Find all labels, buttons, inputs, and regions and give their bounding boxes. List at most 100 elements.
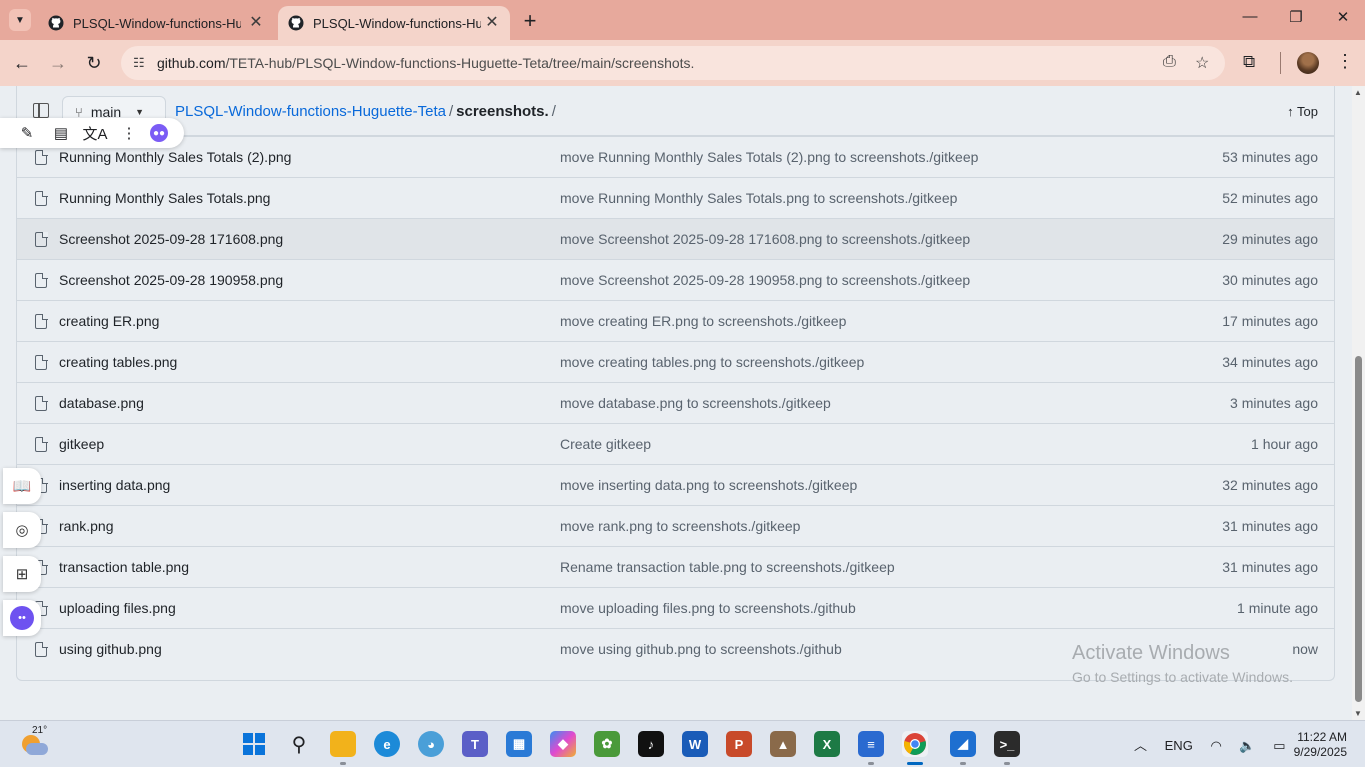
commit-message-link[interactable]: move Screenshot 2025-09-28 190958.png to… [560, 272, 970, 288]
terminal-icon[interactable]: >_ [994, 731, 1020, 757]
file-name-link[interactable]: inserting data.png [59, 477, 170, 493]
back-to-top-button[interactable]: ↑ Top [1287, 104, 1318, 119]
tab-search-button[interactable]: ▼ [9, 9, 31, 31]
table-row[interactable]: Screenshot 2025-09-28 171608.png move Scr… [17, 218, 1334, 259]
photo-app-icon[interactable]: ▲ [770, 731, 796, 757]
reload-button[interactable]: ↻ [82, 51, 106, 75]
file-icon [35, 272, 48, 288]
microsoft-store-icon[interactable]: ▦ [506, 731, 532, 757]
table-row[interactable]: inserting data.png move inserting data.pn… [17, 464, 1334, 505]
copilot-icon[interactable]: ◆ [550, 731, 576, 757]
commit-message-link[interactable]: move creating tables.png to screenshots.… [560, 354, 864, 370]
scrollbar-thumb[interactable] [1355, 356, 1362, 702]
address-bar[interactable]: ☷ github.com/TETA-hub/PLSQL-Window-funct… [121, 46, 1225, 80]
bookmark-star-icon[interactable]: ☆ [1195, 53, 1209, 73]
commit-message-link[interactable]: Rename transaction table.png to screensh… [560, 559, 895, 575]
scroll-up-arrow-icon[interactable]: ▲ [1354, 88, 1362, 97]
volume-icon[interactable]: 🔈 [1239, 738, 1255, 753]
profile-avatar[interactable] [1297, 52, 1319, 74]
game-icon[interactable]: ✿ [594, 731, 620, 757]
forward-button[interactable]: → [46, 51, 70, 75]
file-name-link[interactable]: rank.png [59, 518, 113, 534]
windows-start-icon[interactable] [241, 731, 267, 757]
close-icon[interactable]: ✕ [484, 15, 500, 31]
table-row[interactable]: rank.png move rank.png to screenshots./gi… [17, 505, 1334, 546]
paint-icon[interactable]: ◢ [950, 731, 976, 757]
browser-menu-icon[interactable]: ⋮ [1336, 51, 1354, 72]
table-row[interactable]: Screenshot 2025-09-28 190958.png move Scr… [17, 259, 1334, 300]
search-icon[interactable]: ⚲ [286, 731, 312, 757]
colorful-app-icon[interactable]: ◕ [418, 731, 444, 757]
language-indicator[interactable]: ENG [1165, 738, 1193, 753]
site-info-icon[interactable]: ☷ [133, 55, 145, 71]
chrome-icon[interactable] [902, 731, 928, 757]
commit-message-link[interactable]: move Running Monthly Sales Totals.png to… [560, 190, 957, 206]
commit-message-link[interactable]: move using github.png to screenshots./gi… [560, 641, 842, 657]
file-name-link[interactable]: Screenshot 2025-09-28 190958.png [59, 272, 283, 288]
file-explorer-icon[interactable] [330, 731, 356, 757]
excel-icon[interactable]: X [814, 731, 840, 757]
wifi-icon[interactable]: ◠ [1210, 738, 1221, 753]
summary-doc-icon[interactable]: ▤ [44, 124, 78, 142]
new-tab-button[interactable]: + [519, 8, 541, 34]
table-row[interactable]: creating ER.png move creating ER.png to s… [17, 300, 1334, 341]
chevron-up-icon[interactable]: ︿ [1134, 738, 1147, 753]
table-row[interactable]: gitkeep Create gitkeep 1 hour ago [17, 423, 1334, 464]
breadcrumb-repo-link[interactable]: PLSQL-Window-functions-Huguette-Teta [175, 103, 446, 120]
file-name-link[interactable]: Screenshot 2025-09-28 171608.png [59, 231, 283, 247]
table-row[interactable]: Running Monthly Sales Totals.png move Run… [17, 177, 1334, 218]
ai-assistant-icon[interactable]: ●● [150, 124, 168, 142]
commit-message-link[interactable]: move rank.png to screenshots./gitkeep [560, 518, 800, 534]
word-icon[interactable]: W [682, 731, 708, 757]
podcast-icon[interactable]: ◎ [3, 512, 41, 548]
back-button[interactable]: ← [10, 51, 34, 75]
extensions-puzzle-icon[interactable]: ⧉ [1243, 52, 1255, 72]
file-name-link[interactable]: Running Monthly Sales Totals (2).png [59, 149, 291, 165]
file-name-link[interactable]: Running Monthly Sales Totals.png [59, 190, 270, 206]
browser-tab-2[interactable]: PLSQL-Window-functions-Huguette-Teta ✕ [278, 6, 510, 40]
table-row[interactable]: creating tables.png move creating tables.… [17, 341, 1334, 382]
install-app-icon[interactable]: ⎙ [1163, 53, 1176, 71]
table-row[interactable]: Running Monthly Sales Totals (2).png move… [17, 136, 1334, 177]
file-name-link[interactable]: creating ER.png [59, 313, 159, 329]
table-row[interactable]: database.png move database.png to screens… [17, 382, 1334, 423]
clock[interactable]: 11:22 AM 9/29/2025 [1294, 730, 1347, 760]
tiktok-icon[interactable]: ♪ [638, 731, 664, 757]
more-options-icon[interactable]: ⋮ [112, 124, 146, 142]
powerpoint-icon[interactable]: P [726, 731, 752, 757]
commit-message-link[interactable]: move database.png to screenshots./gitkee… [560, 395, 831, 411]
apps-grid-icon[interactable]: ⊞ [3, 556, 41, 592]
page-scrollbar[interactable]: ▲ ▼ [1352, 86, 1365, 720]
weather-widget[interactable]: 21° [20, 725, 48, 757]
commit-message-link[interactable]: move Running Monthly Sales Totals (2).pn… [560, 149, 978, 165]
translate-icon[interactable]: 文A [78, 123, 112, 144]
file-name-link[interactable]: using github.png [59, 641, 162, 657]
file-name-link[interactable]: database.png [59, 395, 144, 411]
reader-book-icon[interactable]: 📖 [3, 468, 41, 504]
highlighter-pen-icon[interactable]: ✎ [10, 124, 44, 142]
commit-message-link[interactable]: move uploading files.png to screenshots.… [560, 600, 856, 616]
teams-icon[interactable]: T [462, 731, 488, 757]
minimize-icon[interactable]: — [1240, 8, 1260, 25]
commit-message-link[interactable]: Create gitkeep [560, 436, 651, 452]
restore-icon[interactable]: ❐ [1286, 8, 1306, 26]
commit-message-link[interactable]: move creating ER.png to screenshots./git… [560, 313, 846, 329]
scroll-down-arrow-icon[interactable]: ▼ [1354, 709, 1362, 718]
notepad-icon[interactable]: ≡ [858, 731, 884, 757]
ai-assistant-side-button[interactable]: •• [3, 600, 41, 636]
sidebar-toggle-icon[interactable] [33, 103, 49, 118]
battery-icon[interactable]: ▭ [1273, 738, 1285, 753]
file-name-link[interactable]: creating tables.png [59, 354, 177, 370]
browser-tab-1[interactable]: PLSQL-Window-functions-Huguette-Teta ✕ [38, 6, 274, 40]
commit-message-link[interactable]: move Screenshot 2025-09-28 171608.png to… [560, 231, 970, 247]
commit-time: 34 minutes ago [1222, 354, 1318, 370]
edge-browser-icon[interactable]: e [374, 731, 400, 757]
file-name-link[interactable]: gitkeep [59, 436, 104, 452]
close-icon[interactable]: ✕ [248, 15, 264, 31]
file-name-link[interactable]: transaction table.png [59, 559, 189, 575]
commit-message-link[interactable]: move inserting data.png to screenshots./… [560, 477, 857, 493]
table-row[interactable]: uploading files.png move uploading files.… [17, 587, 1334, 628]
file-name-link[interactable]: uploading files.png [59, 600, 176, 616]
close-window-icon[interactable]: ✕ [1333, 8, 1353, 26]
table-row[interactable]: transaction table.png Rename transaction … [17, 546, 1334, 587]
